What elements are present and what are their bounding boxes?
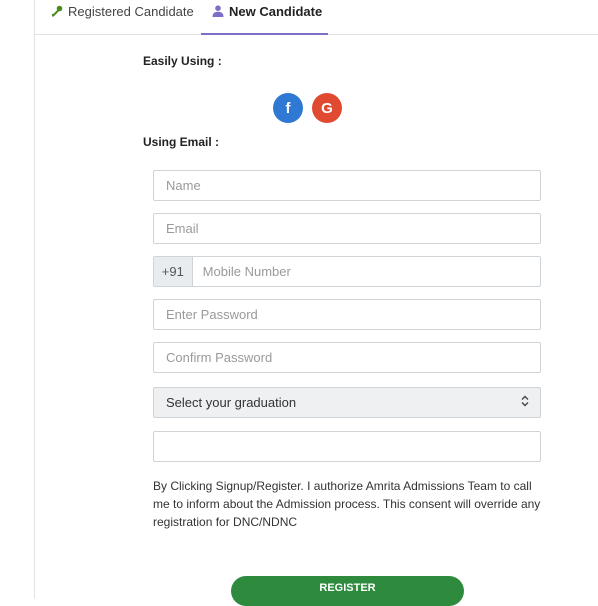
using-email-label: Using Email : <box>143 135 220 149</box>
password-input[interactable] <box>166 300 540 329</box>
mobile-field[interactable]: +91 <box>153 256 541 287</box>
email-input[interactable] <box>166 214 540 243</box>
facebook-icon: f <box>285 99 291 117</box>
google-icon: G <box>321 99 333 117</box>
select-arrows-icon <box>520 395 530 410</box>
graduation-select[interactable]: Select your graduation <box>153 387 541 418</box>
extra-field[interactable] <box>153 431 541 462</box>
easily-using-label: Easily Using : <box>143 54 222 68</box>
graduation-select-value: Select your graduation <box>166 395 297 410</box>
tab-registered-label: Registered Candidate <box>68 4 194 19</box>
user-icon <box>212 5 224 17</box>
register-button-label: REGISTER <box>319 582 376 594</box>
extra-input[interactable] <box>166 432 540 461</box>
confirm-password-field[interactable] <box>153 342 541 373</box>
name-input[interactable] <box>166 171 540 200</box>
confirm-password-input[interactable] <box>166 343 540 372</box>
consent-text: By Clicking Signup/Register. I authorize… <box>153 479 541 529</box>
email-field[interactable] <box>153 213 541 244</box>
mobile-input[interactable] <box>192 257 540 286</box>
google-login-button[interactable]: G <box>312 93 342 123</box>
tab-new-candidate[interactable]: New Candidate <box>201 4 328 35</box>
country-code-prefix: +91 <box>154 257 193 286</box>
name-field[interactable] <box>153 170 541 201</box>
key-icon <box>51 5 63 17</box>
register-button[interactable]: REGISTER <box>231 576 464 606</box>
tab-registered-candidate[interactable]: Registered Candidate <box>51 4 194 34</box>
tab-new-label: New Candidate <box>229 4 323 19</box>
password-field[interactable] <box>153 299 541 330</box>
facebook-login-button[interactable]: f <box>273 93 303 123</box>
tab-bar: Registered Candidate New Candidate <box>34 0 598 35</box>
